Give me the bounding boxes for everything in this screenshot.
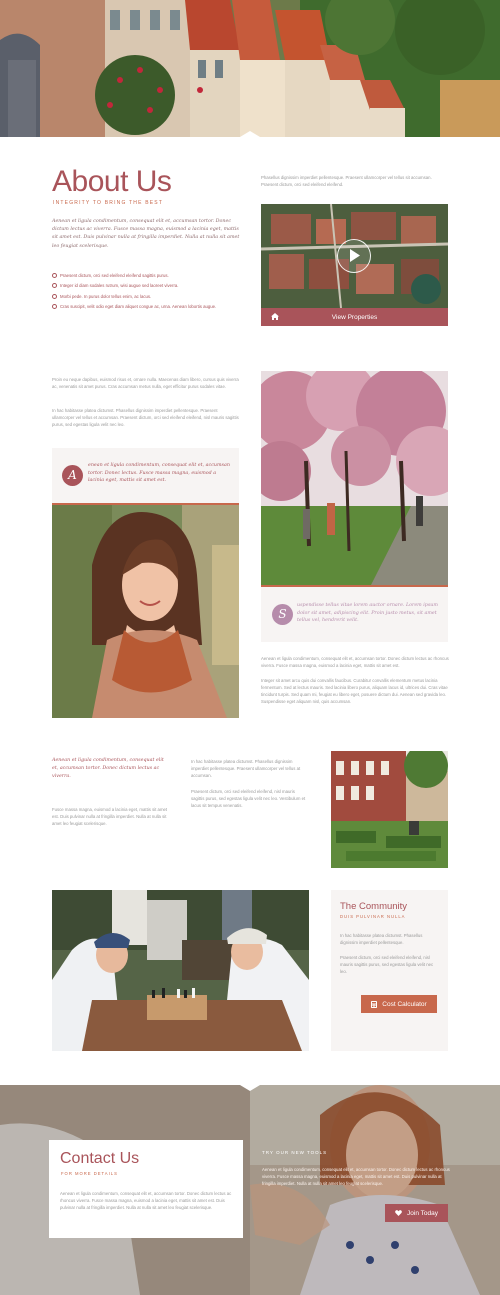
middle-center-text-2: Praesent dictum, orci sed eleifend eleif…	[191, 789, 306, 808]
middle-left-text: Fusce massa magna, euismod a lacinia ege…	[52, 807, 168, 826]
checklist-item: Cras suscipit, velit odio eget diam aliq…	[52, 302, 242, 313]
community-text-2: Praesent dictum, orci sed eleifend eleif…	[340, 955, 434, 974]
contact-text: Aenean et ligula condimentum, consequat …	[60, 1191, 232, 1210]
about-right-text: Phasellus dignissim imperdiet pellentesq…	[261, 175, 432, 187]
hero-notch	[240, 131, 260, 137]
quote-text-1: enean et ligula condimentum, consequat e…	[88, 463, 230, 484]
checklist-item: Morbi pede. In purus dolor tellus enim, …	[52, 291, 242, 302]
check-circle-icon	[52, 272, 57, 278]
checklist-item: Praesent dictum, orci sed eleifend eleif…	[52, 270, 242, 281]
about-subtitle: INTEGRITY TO BRING THE BEST	[53, 200, 164, 206]
quote-card-2: S uspendisse tellus vitae lorem auctor o…	[261, 587, 448, 642]
chess-players-image	[52, 890, 309, 1051]
try-tools-text: Aenean et ligula condimentum, consequat …	[262, 1167, 450, 1186]
hero-banner	[0, 0, 500, 137]
play-icon[interactable]	[337, 239, 371, 273]
about-checklist: Praesent dictum, orci sed eleifend eleif…	[52, 270, 242, 312]
hero-street-image	[0, 0, 500, 137]
community-text-1: In hac habitasse platea dictumst. Phasel…	[340, 933, 423, 945]
story-para-4: Integer sit amet arcu quis dui convallis…	[261, 678, 448, 704]
garden-houses-image	[331, 751, 448, 868]
story-para-3: Aenean et ligula condimentum, consequat …	[261, 656, 449, 668]
community-card: The Community DUIS PULVINAR NULLA In hac…	[331, 890, 448, 1051]
about-intro: Aenean et ligula condimentum, consequat …	[52, 219, 240, 249]
story-para-1: Proin eu neque dapibus, euismod risus et…	[52, 377, 239, 389]
view-properties-button[interactable]: View Properties	[261, 308, 448, 326]
community-subtitle: DUIS PULVINAR NULLA	[340, 914, 406, 919]
home-icon	[271, 313, 279, 320]
contact-notch	[240, 1085, 260, 1091]
quote-initial-a: A	[62, 465, 83, 486]
calculator-icon	[371, 1000, 378, 1008]
quote-initial-s: S	[272, 604, 293, 625]
park-trees-image	[261, 371, 448, 585]
quote-text-2: uspendisse tellus vitae lorem auctor orn…	[297, 603, 438, 624]
checklist-item: Integer id diam sodales rutrum, wisi aug…	[52, 281, 242, 292]
quote-card-1: A enean et ligula condimentum, consequat…	[52, 448, 239, 503]
story-para-2: In hac habitasse platea dictumst. Phasel…	[52, 408, 239, 427]
check-circle-icon	[52, 293, 57, 299]
video-aerial-image[interactable]	[261, 204, 448, 308]
check-circle-icon	[52, 283, 57, 289]
middle-quote: Aenean et ligula condimentum, consequat …	[52, 758, 164, 779]
join-today-button[interactable]: Join Today	[385, 1204, 448, 1222]
contact-card: Contact Us FOR MORE DETAILS Aenean et li…	[49, 1140, 243, 1238]
contact-subtitle: FOR MORE DETAILS	[61, 1171, 118, 1176]
portrait-woman-image	[52, 505, 239, 718]
try-tools-label: TRY OUR NEW TOOLS	[262, 1150, 328, 1155]
heart-icon	[395, 1210, 402, 1216]
middle-center-text-1: In hac habitasse platea dictumst. Phasel…	[191, 759, 301, 778]
check-circle-icon	[52, 304, 57, 310]
contact-title: Contact Us	[60, 1150, 140, 1167]
community-title: The Community	[340, 901, 408, 912]
cost-calculator-button[interactable]: Cost Calculator	[361, 995, 437, 1013]
about-title: About Us	[52, 165, 172, 198]
